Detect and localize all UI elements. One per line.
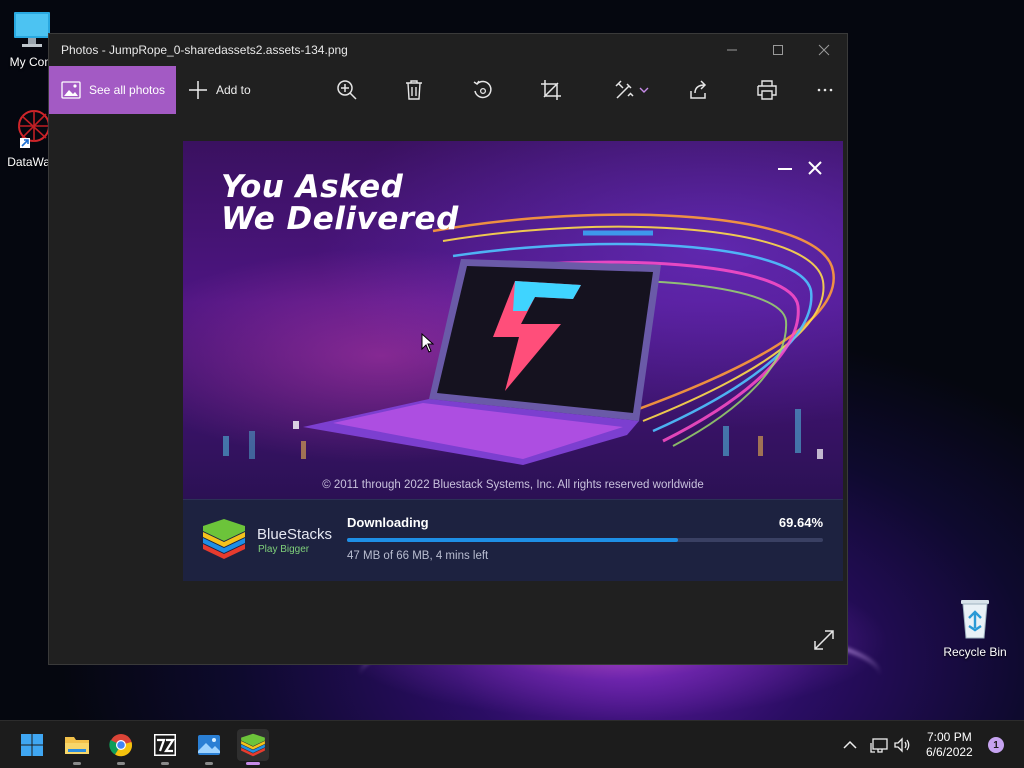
- bluestacks-icon: [241, 733, 265, 757]
- minimize-icon: [778, 168, 792, 170]
- zoom-in-button[interactable]: [335, 78, 359, 102]
- download-percent: 69.64%: [778, 515, 823, 530]
- 7zip-icon: [154, 734, 176, 756]
- installer-minimize-button[interactable]: [777, 159, 793, 182]
- minimize-icon: [727, 49, 737, 51]
- print-icon: [757, 80, 777, 100]
- full-screen-button[interactable]: [813, 629, 837, 653]
- see-all-photos-button[interactable]: See all photos: [49, 66, 176, 114]
- clock-date: 6/6/2022: [926, 745, 973, 759]
- copyright-text: © 2011 through 2022 Bluestack Systems, I…: [322, 479, 704, 491]
- active-indicator: [246, 762, 260, 765]
- close-icon: [808, 161, 822, 175]
- close-icon: [818, 44, 830, 56]
- download-detail: 47 MB of 66 MB, 4 mins left: [347, 550, 489, 562]
- plus-icon: [189, 81, 207, 99]
- network-icon: [870, 738, 888, 753]
- mouse-cursor-icon: [421, 333, 435, 353]
- add-to-label: Add to: [216, 83, 251, 97]
- start-button[interactable]: [16, 729, 48, 761]
- maximize-icon: [773, 45, 783, 55]
- photos-icon: [198, 735, 220, 755]
- close-button[interactable]: [801, 34, 847, 66]
- delete-icon: [406, 80, 422, 100]
- network-button[interactable]: [870, 721, 888, 768]
- minimize-button[interactable]: [709, 34, 755, 66]
- zoom-in-icon: [337, 80, 357, 100]
- delete-button[interactable]: [402, 78, 426, 102]
- download-status: Downloading: [347, 515, 429, 530]
- running-indicator: [205, 762, 213, 765]
- chrome-icon: [109, 734, 133, 757]
- chevron-down-icon: [639, 87, 648, 93]
- download-progress-fill: [347, 538, 679, 542]
- share-icon: [690, 80, 707, 99]
- file-explorer-icon: [65, 737, 89, 754]
- headline-line-2: We Delivered: [221, 201, 459, 237]
- crop-button[interactable]: [539, 78, 563, 102]
- datawag-icon: [18, 110, 50, 148]
- hero-headline: You Asked We Delivered: [221, 171, 459, 235]
- notification-badge[interactable]: 1: [988, 737, 1004, 753]
- crop-icon: [541, 80, 561, 100]
- maximize-button[interactable]: [755, 34, 801, 66]
- desktop-icon-label: Recycle Bin: [943, 645, 1007, 659]
- recycle-bin-icon: [961, 600, 989, 639]
- taskbar-chrome[interactable]: [105, 729, 137, 765]
- rotate-button[interactable]: [471, 78, 495, 102]
- displayed-photo: You Asked We Delivered © 2011 through 20…: [183, 141, 843, 581]
- clock[interactable]: 7:00 PM 6/6/2022: [926, 730, 973, 760]
- running-indicator: [73, 762, 81, 765]
- edit-icon: [614, 80, 634, 99]
- running-indicator: [117, 762, 125, 765]
- taskbar: 7:00 PM 6/6/2022 1: [0, 720, 1024, 768]
- headline-line-1: You Asked: [221, 169, 404, 205]
- brand-tagline: Play Bigger: [258, 544, 310, 555]
- photos-window: Photos - JumpRope_0-sharedassets2.assets…: [48, 33, 848, 665]
- window-title: Photos - JumpRope_0-sharedassets2.assets…: [61, 43, 348, 57]
- show-hidden-icons-button[interactable]: [843, 721, 857, 768]
- share-button[interactable]: [687, 78, 711, 102]
- photo-gallery-icon: [61, 81, 81, 99]
- desktop-icon-recycle-bin[interactable]: Recycle Bin: [940, 596, 1010, 659]
- start-icon: [21, 734, 43, 756]
- chevron-up-icon: [843, 740, 857, 749]
- bluestacks-logo-icon: [203, 519, 245, 559]
- add-to-button[interactable]: Add to: [188, 80, 251, 100]
- taskbar-photos[interactable]: [193, 729, 225, 765]
- installer-hero-image: You Asked We Delivered © 2011 through 20…: [183, 141, 843, 499]
- download-progress-bar: [347, 538, 823, 542]
- title-bar[interactable]: Photos - JumpRope_0-sharedassets2.assets…: [49, 34, 847, 66]
- print-button[interactable]: [755, 78, 779, 102]
- taskbar-file-explorer[interactable]: [61, 729, 93, 765]
- volume-button[interactable]: [894, 721, 912, 768]
- volume-icon: [894, 737, 910, 753]
- more-options-button[interactable]: [813, 78, 837, 102]
- expand-icon: [814, 630, 834, 650]
- brand-name: BlueStacks: [257, 526, 333, 543]
- edit-menu-button[interactable]: [611, 78, 651, 102]
- installer-close-button[interactable]: [807, 159, 823, 182]
- taskbar-7zip[interactable]: [149, 729, 181, 765]
- running-indicator: [161, 762, 169, 765]
- download-panel: BlueStacks Play Bigger Downloading 69.64…: [183, 499, 843, 581]
- photos-toolbar: See all photos Add to: [49, 66, 847, 114]
- taskbar-bluestacks[interactable]: [237, 729, 269, 765]
- rotate-icon: [473, 80, 492, 99]
- more-icon: [817, 88, 833, 92]
- see-all-photos-label: See all photos: [89, 83, 166, 97]
- clock-time: 7:00 PM: [927, 730, 972, 744]
